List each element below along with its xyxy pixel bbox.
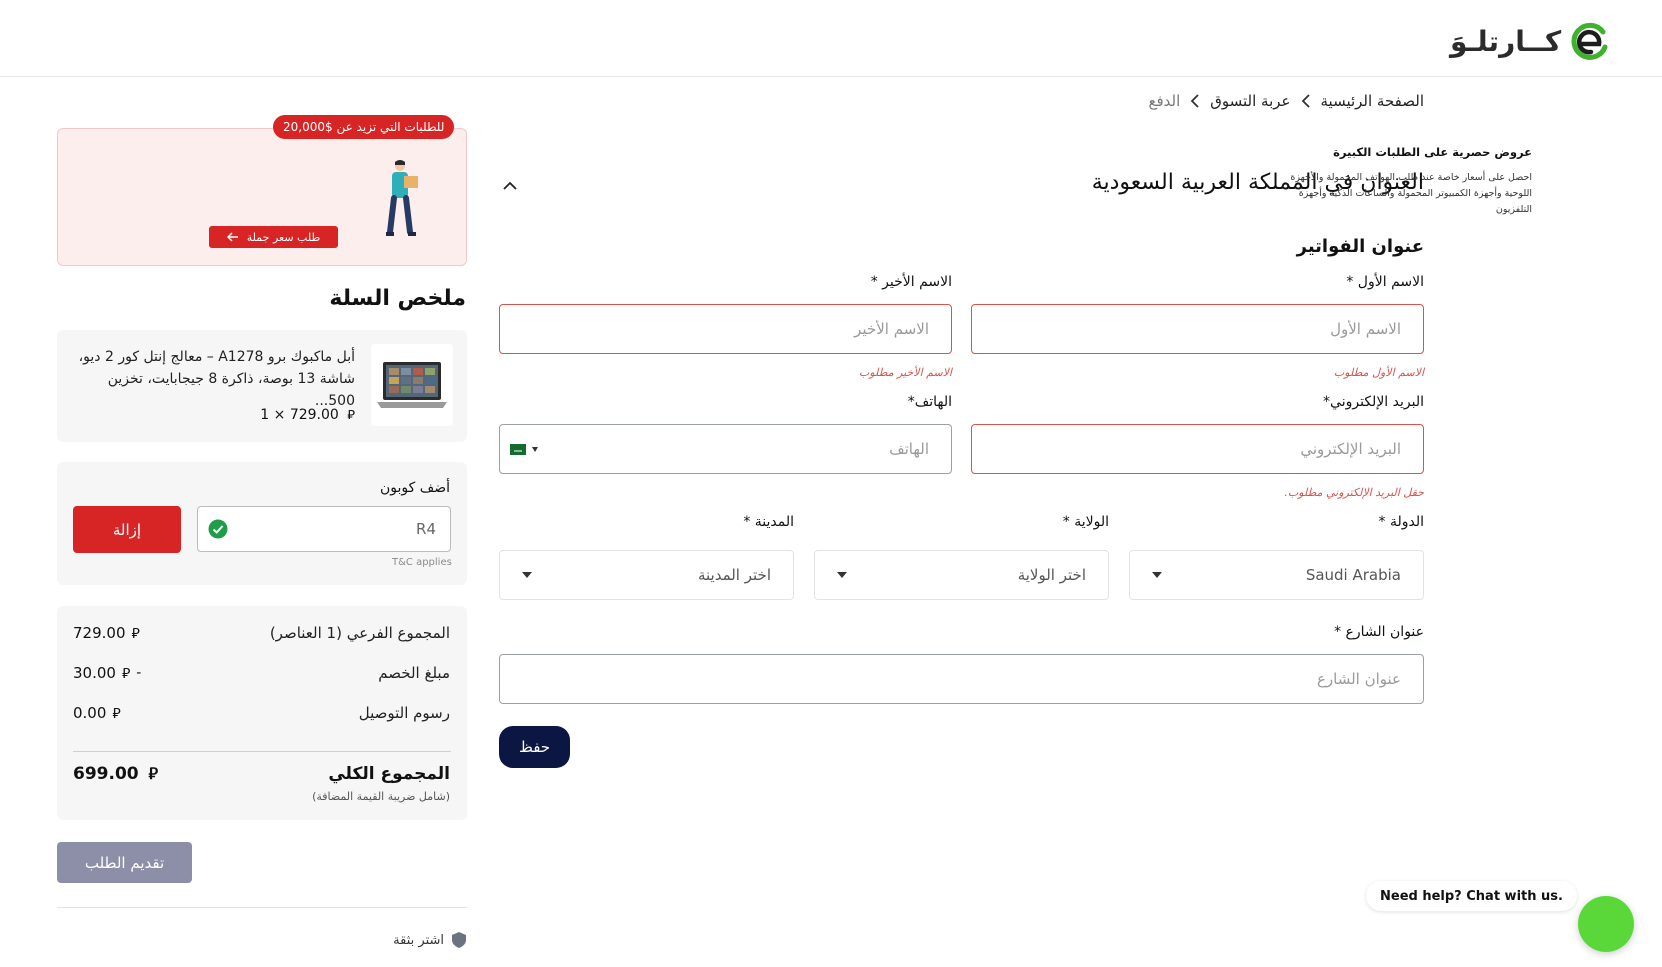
country-code-selector[interactable] [510,443,538,455]
coupon-value: R4 [416,520,436,538]
state-selected-value: اختر الولاية [1017,566,1086,584]
email-label: البريد الإلكتروني* [1323,394,1424,410]
shipping-amount: 0.00 [73,704,107,722]
caret-down-icon [522,572,532,578]
wholesale-quote-button[interactable]: طلب سعر جملة [209,226,338,248]
product-thumbnail[interactable] [371,344,453,426]
arrow-left-icon [226,232,238,242]
checkout-page: كــارتلـوَ الصفحة الرئيسية عربة التسوق ا… [0,0,1662,967]
saudi-flag-icon [510,443,526,455]
delivery-person-illustration [386,160,418,236]
product-quantity-price: 1 × 729.00 ⃁ [260,406,355,423]
vat-note: (شامل ضريبة القيمة المضافة) [312,790,450,803]
save-button[interactable]: حفظ [499,726,570,768]
buy-with-confidence: اشتر بثقة [393,932,466,948]
promo-badge: للطلبات التي تزيد عن $20,000 [273,115,455,139]
site-header: كــارتلـوَ [0,0,1662,77]
caret-down-icon [532,446,538,452]
riyal-icon: ⃁ [347,408,355,423]
email-input[interactable] [994,440,1401,458]
promo-description: احصل على أسعار خاصة عند طلب الهواتف المح… [1290,172,1532,215]
riyal-icon: ⃁ [112,706,121,722]
logo-wordmark: كــارتلـوَ [1450,24,1562,58]
site-logo[interactable]: كــارتلـوَ [1450,18,1626,64]
first-name-input[interactable] [994,320,1401,338]
place-order-button[interactable]: تقديم الطلب [57,842,192,883]
promo-title: عروض حصرية على الطلبات الكبيرة [1333,145,1532,159]
chat-launcher-button[interactable] [1578,896,1634,952]
breadcrumb-home[interactable]: الصفحة الرئيسية [1321,92,1425,110]
street-label: عنوان الشارع * [1334,624,1424,640]
phone-field[interactable] [499,424,952,474]
state-select[interactable]: اختر الولاية [814,550,1109,600]
first-name-error: الاسم الأول مطلوب [1333,366,1424,379]
grand-total-amount: 699.00 [73,764,139,784]
discount-value: 30.00 ⃁ - [73,664,141,682]
last-name-label: الاسم الأخير * [870,274,952,290]
section-divider [57,907,467,908]
chevron-left-icon [1301,94,1310,108]
city-label: المدينة * [743,514,794,530]
trust-label: اشتر بثقة [393,932,444,948]
coupon-label: أضف كوبون [379,480,450,496]
minus-sign: - [136,665,142,681]
chat-help-bubble[interactable]: Need help? Chat with us. [1366,881,1577,911]
remove-coupon-button[interactable]: إزالة [73,506,181,553]
street-field[interactable] [499,654,1424,704]
discount-amount: 30.00 [73,664,116,682]
riyal-icon: ⃁ [148,764,159,783]
shipping-label: رسوم التوصيل [358,704,450,722]
email-error: حقل البريد الإلكتروني مطلوب. [1284,486,1424,499]
grand-total-value: 699.00 ⃁ [73,764,158,784]
coupon-terms[interactable]: T&C applies [392,557,452,568]
city-selected-value: اختر المدينة [697,566,771,584]
chevron-up-icon[interactable] [500,176,520,196]
wholesale-quote-label: طلب سعر جملة [246,230,321,244]
phone-label: الهاتف* [907,394,952,410]
riyal-icon: ⃁ [121,666,131,682]
billing-address-title: عنوان الفواتير [1296,236,1424,257]
country-select[interactable]: Saudi Arabia [1129,550,1424,600]
first-name-field[interactable] [971,304,1424,354]
riyal-icon: ⃁ [131,626,140,642]
country-selected-value: Saudi Arabia [1305,566,1401,584]
product-qty-text: 1 × 729.00 [260,407,339,423]
subtotal-value: 729.00 ⃁ [73,624,140,642]
breadcrumb: الصفحة الرئيسية عربة التسوق الدفع [1148,92,1424,110]
city-select[interactable]: اختر المدينة [499,550,794,600]
shield-icon [452,932,466,948]
state-label: الولاية * [1062,514,1109,530]
subtotal-amount: 729.00 [73,624,126,642]
chevron-left-icon [1190,94,1199,108]
breadcrumb-cart[interactable]: عربة التسوق [1210,92,1290,110]
product-name[interactable]: أبل ماكبوك برو A1278 – معالج إنتل كور 2 … [75,346,355,412]
cart-summary-title: ملخص السلة [329,286,466,311]
email-field[interactable] [971,424,1424,474]
subtotal-label: المجموع الفرعي (1 العناصر) [269,624,450,642]
check-circle-icon [208,519,228,539]
grand-total-label: المجموع الكلي [328,764,450,784]
street-input[interactable] [522,670,1401,688]
caret-down-icon [837,572,847,578]
last-name-input[interactable] [522,320,929,338]
shipping-value: 0.00 ⃁ [73,704,121,722]
first-name-label: الاسم الأول * [1346,274,1424,290]
discount-label: مبلغ الخصم [378,664,450,682]
caret-down-icon [1152,572,1162,578]
last-name-error: الاسم الأخير مطلوب [859,366,952,379]
breadcrumb-current: الدفع [1148,92,1181,110]
coupon-input[interactable]: R4 [197,506,451,552]
last-name-field[interactable] [499,304,952,354]
country-label: الدولة * [1378,514,1425,530]
cartlow-logo-icon [1571,22,1608,60]
totals-divider [73,751,451,752]
phone-input[interactable] [550,440,929,458]
